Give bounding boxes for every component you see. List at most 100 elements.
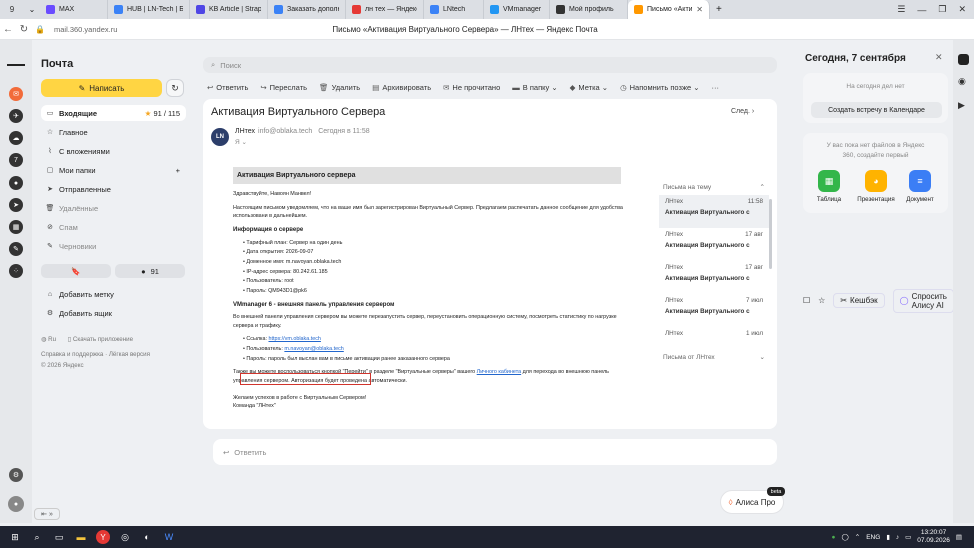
close-window-icon[interactable]: ✕ [958, 4, 966, 15]
mark-unread-button[interactable]: ✉ Не прочитано [443, 83, 500, 92]
messenger-app-icon[interactable]: ✈ [9, 109, 23, 123]
new-document-button[interactable]: ≡ Документ [903, 170, 937, 203]
sender-email[interactable]: info@oblaka.tech [258, 128, 312, 135]
search-input[interactable]: ⌕ Поиск [203, 57, 777, 73]
tray-app-icon[interactable]: ◯ [841, 533, 848, 541]
keyboard-language[interactable]: ENG [866, 534, 880, 541]
tray-chevron-icon[interactable]: ⌃ [855, 533, 860, 541]
add-folder-icon[interactable]: + [176, 166, 186, 175]
tab-counter[interactable]: 9 [0, 0, 24, 19]
close-panel-icon[interactable]: ✕ [935, 52, 943, 63]
sender-avatar[interactable]: LN [211, 128, 229, 146]
thread-scrollbar[interactable] [769, 199, 772, 269]
browser-tab[interactable]: LNtech [424, 0, 484, 19]
taskbar-search-icon[interactable]: ⌕ [26, 526, 48, 548]
mail-app-icon[interactable]: ✉ [9, 87, 23, 101]
delete-button[interactable]: 🗑 Удалить [319, 83, 360, 92]
new-tab-button[interactable]: + [710, 0, 728, 19]
vm-link[interactable]: https://vm.oblaka.tech [268, 336, 320, 342]
browser-tab[interactable]: Заказать дополните [268, 0, 346, 19]
browser-tab[interactable]: KB Article | Strapi [190, 0, 268, 19]
browser-tab[interactable]: Письмо «Активац✕ [628, 0, 710, 19]
battery-icon[interactable]: ▭ [905, 533, 911, 541]
disk-app-icon[interactable]: ☁ [9, 131, 23, 145]
telemost-app-icon[interactable]: ● [9, 176, 23, 190]
volume-icon[interactable]: ♪ [896, 534, 899, 541]
chrome-icon[interactable]: ◎ [114, 526, 136, 548]
folder-my-folders[interactable]: ▢ Мои папки + [41, 162, 186, 178]
reply-button[interactable]: ↩ Ответить [207, 83, 248, 92]
notifications-icon[interactable]: ◉ [958, 76, 966, 87]
folder-drafts[interactable]: ✎ Черновики [41, 238, 186, 254]
thread-item[interactable]: ЛНтех 1 июл [659, 327, 769, 343]
refresh-icon[interactable]: ↻ [16, 24, 32, 35]
clock[interactable]: 13:20:07 07.09.2026 [917, 529, 950, 545]
collapse-sidebar-icon[interactable]: ⇤ » [34, 508, 60, 520]
windows-start-icon[interactable]: ⊞ [4, 526, 26, 548]
browser-tab[interactable]: Мой профиль [550, 0, 628, 19]
url-field[interactable]: mail.360.yandex.ru [54, 25, 254, 34]
browser-tab[interactable]: HUB | LN-Tech | Базы [108, 0, 190, 19]
word-icon[interactable]: W [158, 526, 180, 548]
folder-sent[interactable]: ➤ Отправленные [41, 181, 186, 197]
minimize-icon[interactable]: — [917, 5, 926, 15]
create-meeting-button[interactable]: Создать встречу в Календаре [811, 102, 942, 118]
vm-user-link[interactable]: m.navoyan@oblaka.tech [284, 346, 343, 352]
explorer-icon[interactable]: ▬ [70, 526, 92, 548]
new-table-button[interactable]: ▦ Таблица [812, 170, 846, 203]
maximize-icon[interactable]: ❐ [938, 4, 946, 15]
tray-app-icon[interactable]: ● [832, 534, 836, 541]
task-view-icon[interactable]: ▭ [48, 526, 70, 548]
tracker-app-icon[interactable]: ▦ [9, 220, 23, 234]
thread-item[interactable]: ЛНтех 7 июл Активация Виртуального с [659, 294, 769, 327]
browser-tab[interactable]: MAX [40, 0, 108, 19]
chevron-down-icon[interactable]: ⌄ [24, 5, 40, 14]
add-mailbox-link[interactable]: ⚙ Добавить ящик [41, 305, 186, 321]
folder-important[interactable]: ☆ Главное [41, 124, 186, 140]
new-presentation-button[interactable]: ◕ Презентация [856, 170, 896, 203]
support-links[interactable]: Справка и поддержка · Лёгкая версия [41, 351, 150, 358]
language-link[interactable]: Ru [48, 336, 56, 343]
move-to-folder-button[interactable]: ▬ В папку ⌄ [512, 83, 557, 92]
label-button[interactable]: ◆ Метка ⌄ [570, 83, 608, 92]
cabinet-link[interactable]: Личного кабинета [477, 369, 521, 375]
quick-reply-field[interactable]: ↩ Ответить [213, 439, 777, 465]
thread-item[interactable]: ЛНтех 17 авг Активация Виртуального с [659, 261, 769, 294]
add-label-link[interactable]: ⌂ Добавить метку [41, 286, 186, 302]
calendar-app-icon[interactable]: 7 [9, 153, 23, 167]
sender-name[interactable]: ЛНтех [235, 128, 255, 135]
folder-attachments[interactable]: ⌇ С вложениями [41, 143, 186, 159]
filter-bookmarked[interactable]: 🔖 [41, 264, 111, 278]
download-app-link[interactable]: Скачать приложение [73, 336, 133, 343]
remind-later-button[interactable]: ◷ Напомнить позже ⌄ [620, 83, 699, 92]
refresh-mail-button[interactable]: ↻ [166, 79, 184, 97]
user-avatar[interactable]: ● [8, 496, 24, 512]
close-tab-icon[interactable]: ✕ [696, 5, 703, 14]
notes-app-icon[interactable]: ✎ [9, 242, 23, 256]
browser-tab[interactable]: лн тех — Яндекс: на [346, 0, 424, 19]
filter-unread[interactable]: ● 91 [115, 264, 185, 278]
settings-gear-icon[interactable]: ⚙ [9, 468, 23, 482]
archive-button[interactable]: ▤ Архивировать [372, 83, 431, 92]
video-call-icon[interactable]: ▶ [958, 100, 965, 111]
bookmarks-icon[interactable]: ☰ [897, 4, 905, 15]
all-apps-icon[interactable]: ⁘ [9, 264, 23, 278]
widgets-icon[interactable] [958, 54, 969, 65]
send-app-icon[interactable]: ➤ [9, 198, 23, 212]
browser-tab[interactable]: VMmanager [484, 0, 550, 19]
next-letter-link[interactable]: След. › [731, 108, 754, 115]
folder-inbox[interactable]: ▭ Входящие ★ 91 / 115 [41, 105, 186, 121]
more-icon[interactable]: ··· [712, 83, 720, 92]
recipient[interactable]: Я ⌄ [235, 138, 247, 146]
back-icon[interactable]: ← [0, 24, 16, 35]
folder-spam[interactable]: ⊘ Спам [41, 219, 186, 235]
letters-from-sender[interactable]: Письма от ЛНтех ⌄ [659, 349, 769, 365]
network-icon[interactable]: ▮ [886, 533, 890, 541]
thread-item[interactable]: ЛНтех 11:58 Активация Виртуального с [659, 195, 769, 228]
thread-title[interactable]: Письма на тему ⌃ [659, 179, 769, 195]
thread-item[interactable]: ЛНтех 17 авг Активация Виртуального с [659, 228, 769, 261]
notifications-icon[interactable]: ▤ [956, 533, 962, 541]
forward-button[interactable]: ↪ Переслать [260, 83, 307, 92]
yandex-browser-icon[interactable]: Y [92, 526, 114, 548]
compose-button[interactable]: ✎ Написать [41, 79, 162, 97]
